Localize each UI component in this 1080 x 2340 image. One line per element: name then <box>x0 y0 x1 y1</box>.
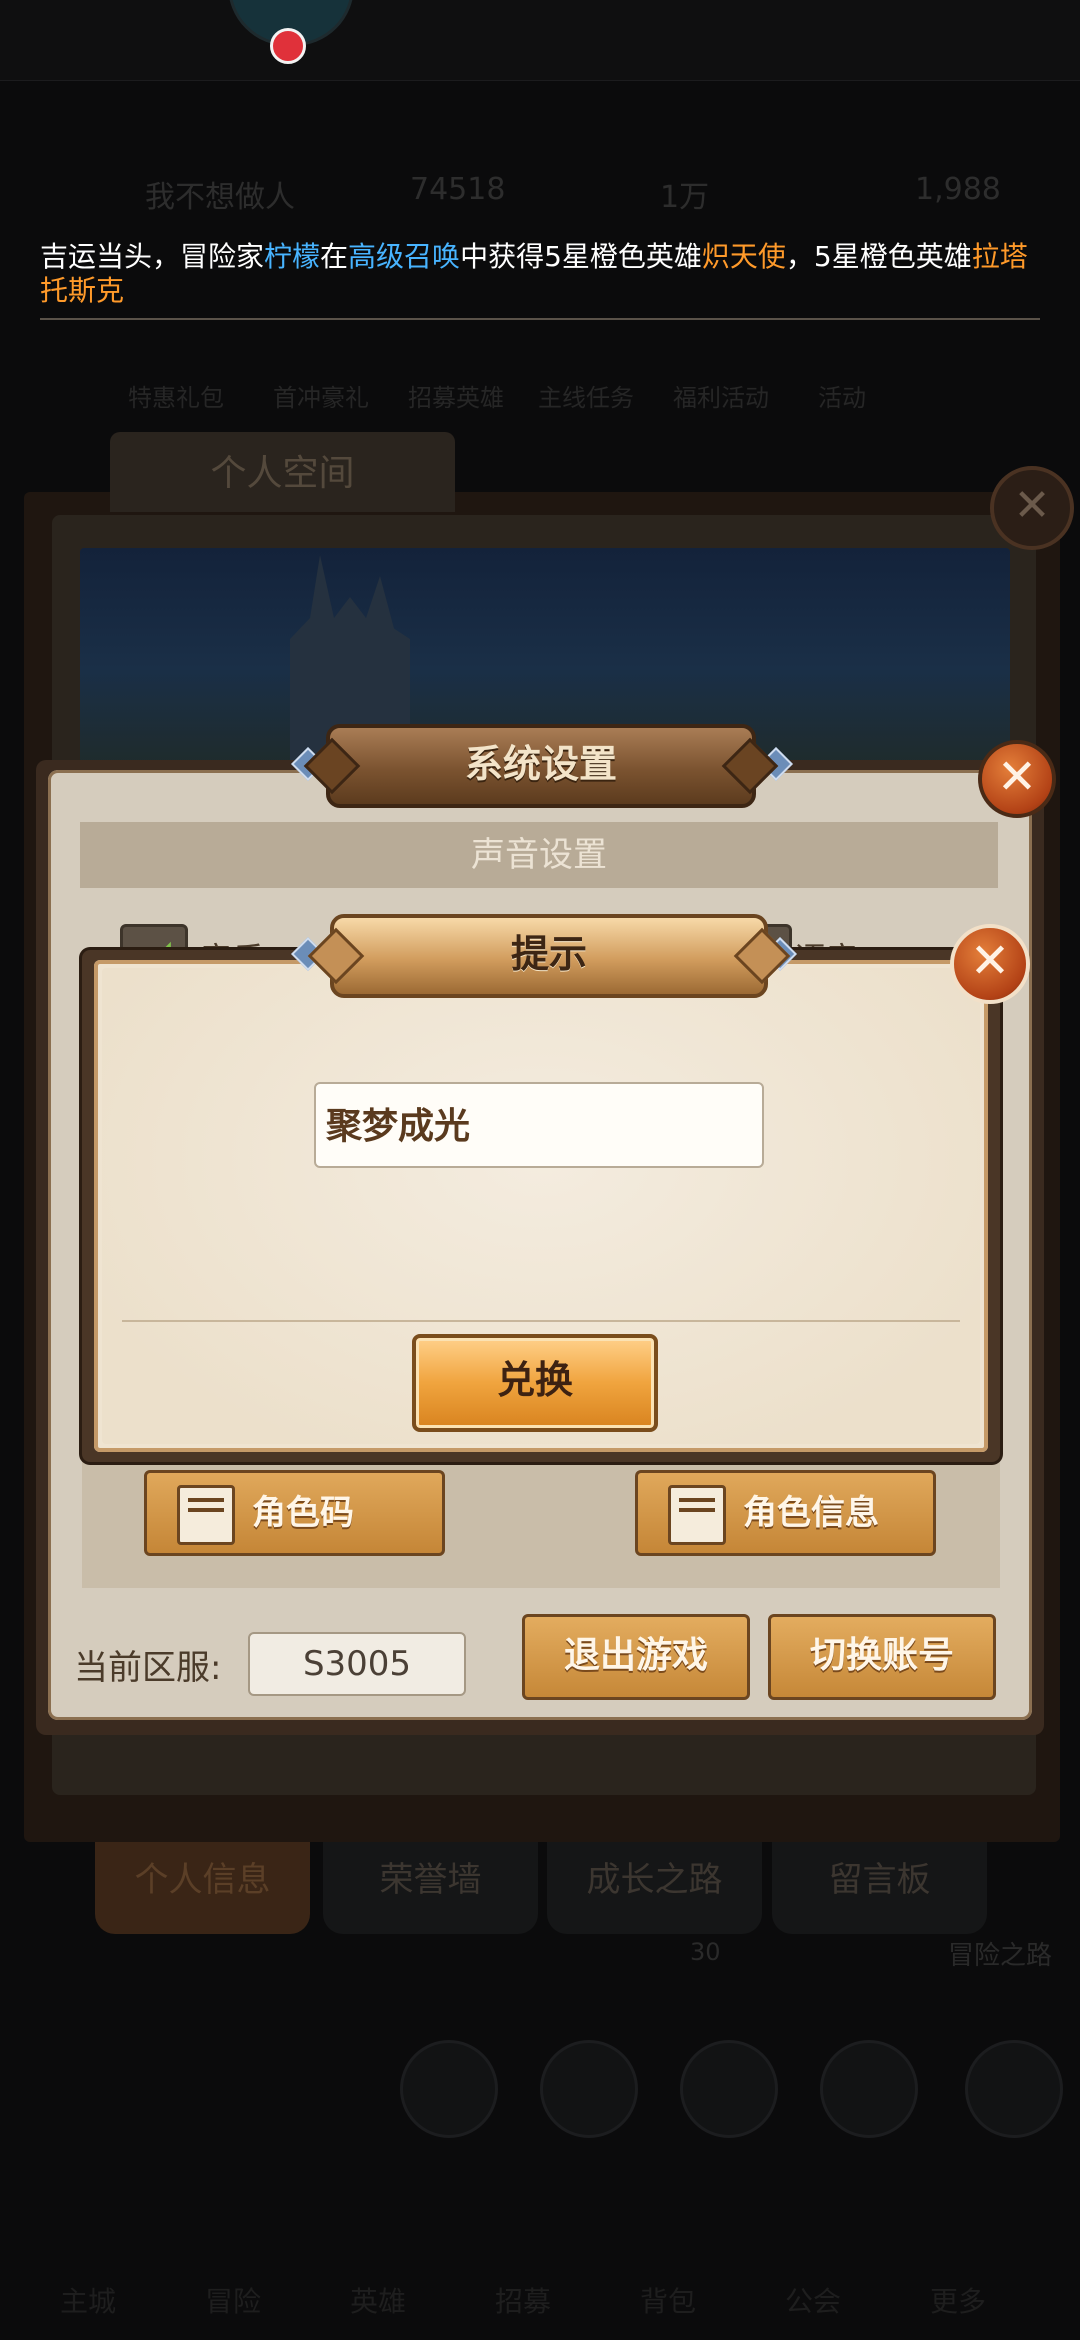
mail-icon[interactable] <box>540 2040 638 2138</box>
dock-label[interactable]: 招募 <box>495 2280 551 2320</box>
menu-label[interactable]: 福利活动 <box>673 378 769 413</box>
ticker-player-name: 柠檬 <box>264 240 321 273</box>
system-settings-title: 系统设置 <box>326 724 756 808</box>
panel-close-icon[interactable]: ✕ <box>990 466 1074 550</box>
plus-icon[interactable] <box>965 2040 1063 2138</box>
redeem-code-input[interactable]: 聚梦成光 <box>314 1082 764 1168</box>
menu-label[interactable]: 活动 <box>818 378 866 413</box>
menu-label[interactable]: 招募英雄 <box>408 378 504 413</box>
menu-label[interactable]: 主线任务 <box>538 378 634 413</box>
role-info-label: 角色信息 <box>743 1493 879 1533</box>
chat-icon[interactable] <box>820 2040 918 2138</box>
role-code-button[interactable]: 角色码 <box>144 1470 445 1556</box>
side-label[interactable]: 冒险之路 <box>948 1935 1052 1972</box>
menu-label[interactable]: 首冲豪礼 <box>273 378 369 413</box>
player-stats-bar: 我不想做人 74518 1万 1,988 <box>0 150 1080 230</box>
dock-label[interactable]: 主城 <box>60 2280 116 2320</box>
redeem-button[interactable]: 兑换 <box>412 1334 658 1432</box>
dock-label[interactable]: 冒险 <box>205 2280 261 2320</box>
dock-label[interactable]: 更多 <box>930 2280 986 2320</box>
server-value: S3005 <box>248 1632 466 1696</box>
exit-game-button[interactable]: 退出游戏 <box>522 1614 750 1700</box>
server-label: 当前区服: <box>74 1648 222 1688</box>
top-bar <box>0 0 1080 81</box>
dock-label[interactable]: 背包 <box>640 2280 696 2320</box>
role-code-label: 角色码 <box>252 1493 354 1533</box>
tab-honor-wall[interactable]: 荣誉墙 <box>323 1842 538 1934</box>
player-name: 我不想做人 <box>145 180 295 215</box>
personal-space-tab[interactable]: 个人空间 <box>110 432 455 512</box>
menu-label[interactable]: 特惠礼包 <box>128 378 224 413</box>
notification-dot <box>270 28 306 64</box>
sound-settings-header: 声音设置 <box>80 822 998 888</box>
ticker-hero-name: 炽天使 <box>701 240 786 273</box>
role-info-button[interactable]: 角色信息 <box>635 1470 936 1556</box>
dock-label[interactable]: 英雄 <box>350 2280 406 2320</box>
ticker-message: 吉运当头，冒险家柠檬在高级召唤中获得5星橙色英雄炽天使，5星橙色英雄拉塔托斯克 <box>40 240 1028 307</box>
personal-space-tabs: 个人信息 荣誉墙 成长之路 留言板 <box>95 1842 995 1942</box>
power-value: 74518 <box>410 172 506 207</box>
progress-text: 30 <box>690 1938 721 1966</box>
close-icon[interactable]: ✕ <box>950 924 1030 1004</box>
dialog-divider <box>122 1320 960 1322</box>
document-icon <box>177 1485 235 1545</box>
ticker-event-name: 高级召唤 <box>348 240 461 273</box>
gold-value: 1万 <box>660 180 710 215</box>
friends-icon[interactable] <box>400 2040 498 2138</box>
tab-personal-info[interactable]: 个人信息 <box>95 1842 310 1934</box>
shortcut-menu: 特惠礼包 首冲豪礼 招募英雄 主线任务 福利活动 活动 <box>128 330 928 413</box>
tab-message-board[interactable]: 留言板 <box>772 1842 987 1934</box>
switch-account-button[interactable]: 切换账号 <box>768 1614 996 1700</box>
trophy-icon[interactable] <box>680 2040 778 2138</box>
dock-label[interactable]: 公会 <box>785 2280 841 2320</box>
gem-value: 1,988 <box>915 172 1001 207</box>
document-icon <box>668 1485 726 1545</box>
bottom-dock: 主城 冒险 英雄 招募 背包 公会 更多 <box>0 2190 1080 2340</box>
tip-dialog-title: 提示 <box>330 914 768 998</box>
tab-growth-path[interactable]: 成长之路 <box>547 1842 762 1934</box>
announcement-ticker: 吉运当头，冒险家柠檬在高级召唤中获得5星橙色英雄炽天使，5星橙色英雄拉塔托斯克 <box>40 240 1040 320</box>
close-icon[interactable]: ✕ <box>978 740 1056 818</box>
